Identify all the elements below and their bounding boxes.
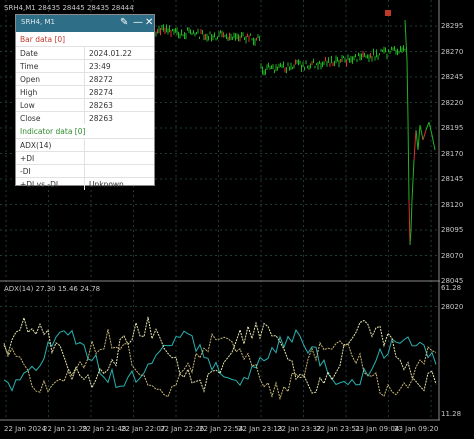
bar-data-section: Bar data [0] [20,35,66,44]
adx-axis-top: 61.28 [441,284,462,292]
panel-row-value [84,164,154,178]
panel-row: Time 23:49 [16,59,154,73]
panel-row: -DI [16,164,154,178]
time-tick-label: 22 Jan 22:26 [160,425,205,433]
panel-row: High 28274 [16,85,154,99]
panel-row: +DI [16,151,154,165]
plus-di-line [3,316,437,394]
price-bar [431,134,436,151]
panel-row: Low 28263 [16,98,154,112]
panel-row-key: +DI vs -DI [16,177,85,190]
close-icon[interactable]: ✕ [145,17,153,29]
time-tick-label: 22 Jan 2024 [4,425,46,433]
price-bar [422,129,427,141]
price-bar [425,121,430,131]
panel-header[interactable]: SRH4, M1 ✎ — ✕ [16,15,154,32]
price-bar [417,124,421,151]
price-bar [407,119,410,201]
panel-row-key: Time [16,59,85,73]
price-tick-label: 28120 [441,200,464,209]
price-tick-label: 28145 [441,175,464,183]
price-series [149,19,436,246]
time-tick-label: 22 Jan 21:48 [82,425,127,433]
panel-row-value: 23:49 [84,59,154,73]
panel-row: +DI vs -DI Unknown [16,177,154,190]
time-tick-label: 22 Jan 22:54 [199,425,244,433]
time-tick-label: 22 Jan 22:07 [121,425,166,433]
panel-row-key: +DI [16,151,85,165]
panel-row-key: -DI [16,164,85,178]
time-tick-label: 23 Jan 09:20 [394,425,439,433]
panel-row-value: 28263 [84,98,154,112]
price-bar [419,124,424,141]
time-tick-label: 22 Jan 23:32 [277,425,322,433]
minus-di-line [3,329,437,401]
panel-row-key: Date [16,46,85,60]
time-tick-label: 23 Jan 09:04 [355,425,400,433]
panel-row-value: 28272 [84,72,154,86]
price-tick-label: 28195 [441,124,464,132]
price-tick-label: 28070 [441,251,464,260]
adx-axis-bottom: 11.28 [441,410,462,418]
panel-row-value [84,138,154,152]
price-bar [406,59,409,121]
adx-line [3,328,437,392]
price-bar [415,129,419,151]
panel-row-key: Open [16,72,85,86]
pin-icon[interactable]: ✎ [120,17,128,29]
panel-row: Date 2024.01.22 [16,46,154,60]
symbol-info: SRH4,M1 28435 28445 28435 28444 [4,4,134,12]
price-tick-label: 28020 [441,302,464,311]
panel-row: Close 28263 [16,111,154,124]
price-bar [413,129,417,161]
time-tick-label: 22 Jan 23:51 [316,425,361,433]
panel-title: SRH4, M1 [21,18,55,26]
price-axis-marker [385,10,391,16]
time-tick-label: 22 Jan 23:13 [238,425,283,433]
panel-row-value: Unknown [84,177,154,190]
panel-row: Open 28272 [16,72,154,86]
panel-row-key: Low [16,98,85,112]
price-tick-label: 28270 [441,47,464,56]
panel-row: ADX(14) [16,138,154,152]
panel-row-key: Close [16,111,85,124]
panel-row-value: 2024.01.22 [84,46,154,60]
minimize-icon[interactable]: — [133,17,143,29]
price-tick-label: 28170 [441,149,464,158]
bar-data-table: Date 2024.01.22 Time 23:49 Open 28272 High 2827… [16,46,154,124]
time-tick-label: 22 Jan 21:29 [43,425,88,433]
price-tick-label: 28245 [441,73,464,81]
price-bar [408,199,411,246]
panel-row-key: ADX(14) [16,138,85,152]
adx-series [3,316,437,401]
data-window-panel[interactable]: SRH4, M1 ✎ — ✕ Bar data [0] Date 2024.01.… [15,14,155,190]
panel-row-value: 28274 [84,85,154,99]
price-tick-label: 28220 [441,98,464,107]
price-bar [411,159,415,201]
panel-row-value: 28263 [84,111,154,124]
panel-row-value [84,151,154,165]
panel-row-key: High [16,85,85,99]
indicator-data-section: Indicator data [0] [20,127,86,136]
indicator-label: ADX(14) 27.30 15.46 24.78 [4,285,101,293]
price-tick-label: 28095 [441,226,464,234]
indicator-data-table: ADX(14) +DI -DI +DI vs -DI Unknown [16,138,154,190]
price-tick-label: 28295 [441,22,464,30]
